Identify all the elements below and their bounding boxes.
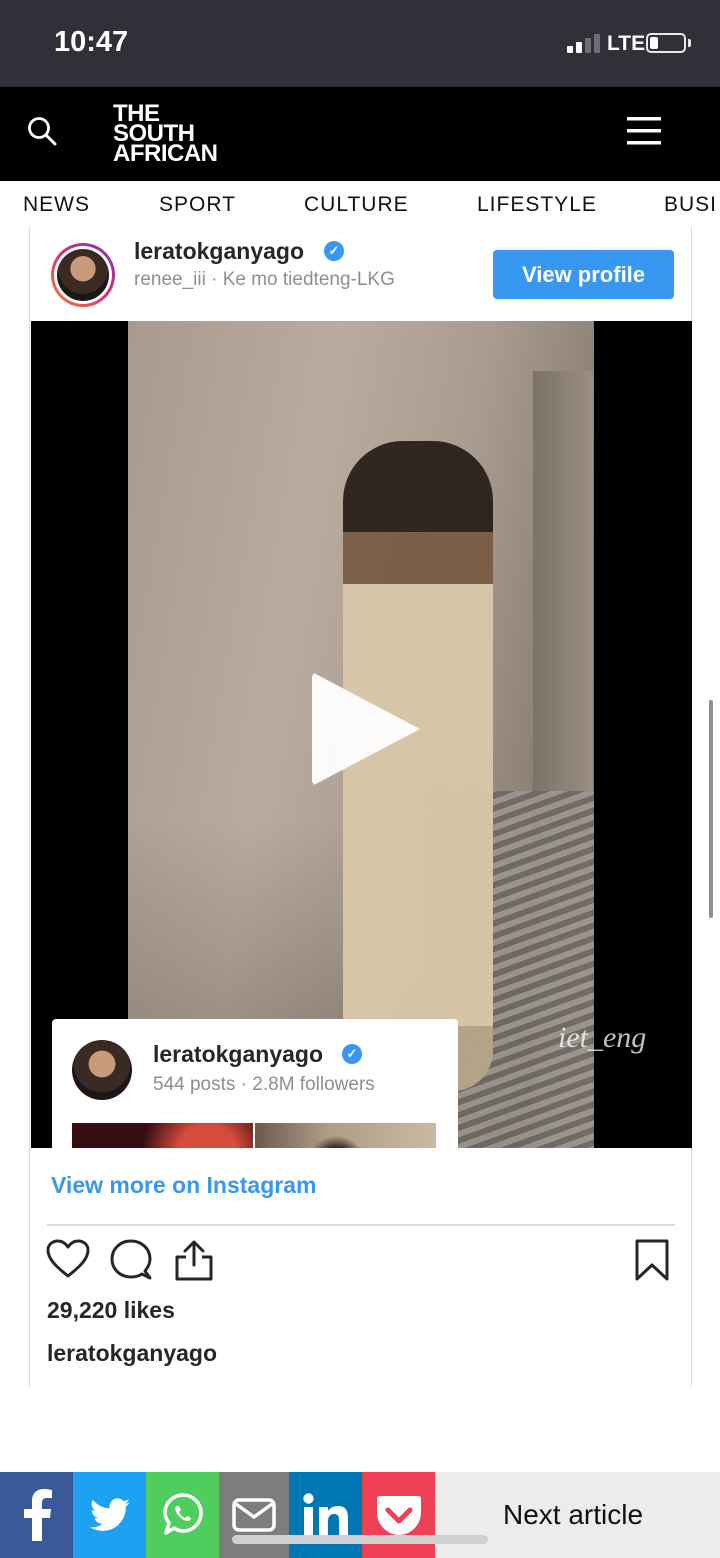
- twitter-share-button[interactable]: [73, 1472, 146, 1558]
- next-article-button[interactable]: Next article: [435, 1472, 720, 1558]
- embed-username[interactable]: leratokganyago: [134, 238, 304, 265]
- pocket-share-button[interactable]: [362, 1472, 435, 1558]
- mail-icon: [232, 1498, 276, 1532]
- hover-card-stats: 544 posts · 2.8M followers: [153, 1074, 375, 1095]
- hover-card-avatar: [72, 1040, 132, 1100]
- facebook-share-button[interactable]: [0, 1472, 73, 1558]
- likes-count[interactable]: 29,220 likes: [47, 1297, 175, 1324]
- whatsapp-share-button[interactable]: [146, 1472, 219, 1558]
- logo-line-3: AFRICAN: [113, 140, 218, 167]
- email-share-button[interactable]: [219, 1472, 289, 1558]
- embed-subtitle: renee_iii · Ke mo tiedteng-LKG: [134, 269, 395, 290]
- hover-card-username: leratokganyago: [153, 1041, 323, 1067]
- nav-item-culture[interactable]: CULTURE: [304, 193, 409, 217]
- signal-icon: [567, 33, 601, 53]
- bookmark-icon[interactable]: [635, 1239, 669, 1281]
- linkedin-share-button[interactable]: [289, 1472, 362, 1558]
- video-watermark: iet_eng: [558, 1021, 647, 1054]
- facebook-icon: [23, 1489, 52, 1541]
- site-header: THE SOUTH AFRICAN: [0, 87, 720, 181]
- post-thumbnail[interactable]: [255, 1123, 436, 1148]
- share-bar: Next article: [0, 1472, 720, 1558]
- site-logo[interactable]: THE SOUTH AFRICAN: [113, 102, 218, 167]
- linkedin-icon: [302, 1493, 348, 1536]
- scrollbar[interactable]: [709, 700, 713, 918]
- view-more-link[interactable]: View more on Instagram: [51, 1172, 316, 1199]
- nav-item-lifestyle[interactable]: LIFESTYLE: [477, 193, 597, 217]
- whatsapp-icon: [162, 1493, 203, 1535]
- post-owner[interactable]: leratokganyago: [47, 1340, 217, 1367]
- video-player[interactable]: iet_eng leratokganyago ✓ 544 posts · 2.8…: [31, 321, 692, 1148]
- instagram-embed: leratokganyago ✓ renee_iii · Ke mo tiedt…: [29, 227, 692, 1387]
- menu-icon[interactable]: [627, 116, 661, 146]
- search-icon[interactable]: [27, 116, 57, 146]
- post-thumbnail[interactable]: [72, 1123, 253, 1148]
- profile-hover-card[interactable]: leratokganyago ✓ 544 posts · 2.8M follow…: [52, 1019, 458, 1148]
- status-bar: 10:47 LTE: [0, 0, 720, 87]
- battery-icon: [646, 33, 686, 53]
- nav-item-business[interactable]: BUSI: [664, 193, 717, 217]
- view-profile-button[interactable]: View profile: [493, 250, 674, 299]
- nav-item-sport[interactable]: SPORT: [159, 193, 236, 217]
- divider: [47, 1224, 675, 1226]
- share-icon[interactable]: [174, 1239, 214, 1281]
- heart-icon[interactable]: [46, 1239, 90, 1279]
- section-nav: NEWS SPORT CULTURE LIFESTYLE BUSI: [0, 181, 720, 227]
- twitter-icon: [89, 1498, 130, 1531]
- play-icon[interactable]: [312, 672, 420, 786]
- home-indicator[interactable]: [232, 1535, 488, 1544]
- pocket-icon: [376, 1496, 421, 1535]
- status-time: 10:47: [54, 26, 129, 58]
- hover-card-verified-icon: ✓: [342, 1044, 362, 1064]
- battery-tip: [688, 39, 691, 47]
- avatar[interactable]: [51, 243, 115, 307]
- network-type: LTE: [607, 32, 646, 55]
- nav-item-news[interactable]: NEWS: [23, 193, 90, 217]
- verified-badge-icon: ✓: [324, 241, 344, 261]
- comment-icon[interactable]: [110, 1239, 152, 1281]
